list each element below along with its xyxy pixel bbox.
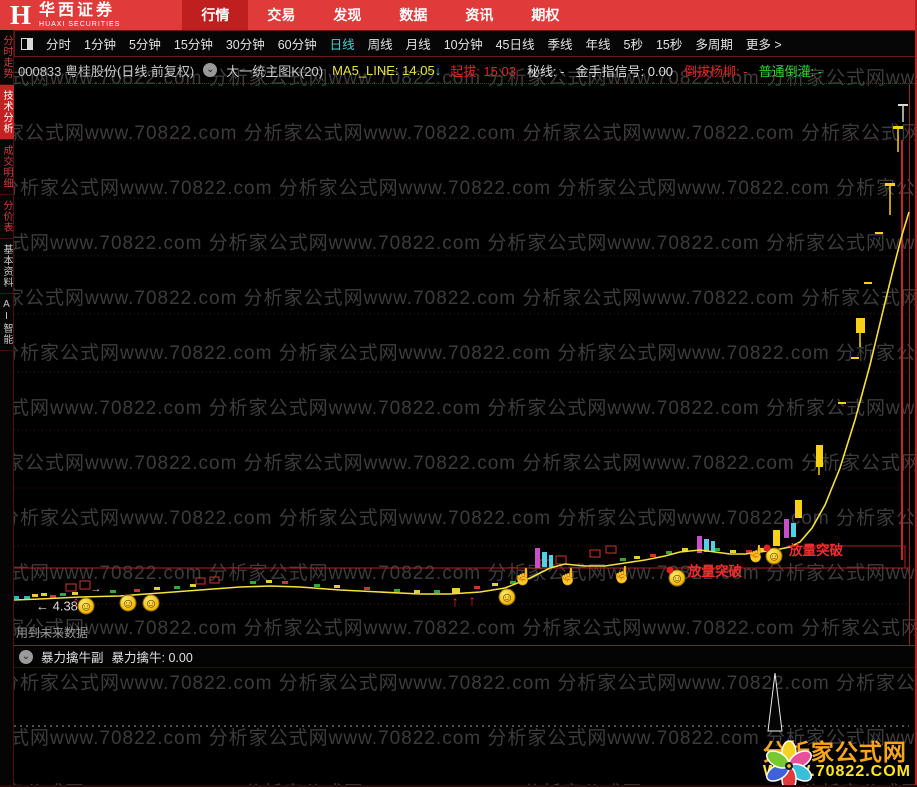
down-arrow-icon: ↓: [434, 62, 442, 78]
app-header: H 华西证券 HUAXI SECURITIES 行情 交易 发现 数据 资讯 期权: [0, 0, 917, 30]
candlestick-chart[interactable]: 用到未来数据: [14, 84, 910, 645]
app-window: 分析家公式网www.70822.com 分析家公式网www.70822.com …: [0, 0, 917, 787]
flower-logo-icon: [765, 740, 812, 787]
period-button[interactable]: 5秒: [624, 34, 643, 53]
brand-name-en: HUAXI SECURITIES: [39, 20, 121, 28]
header-menu-item[interactable]: 交易: [248, 0, 314, 30]
sidebar-tab[interactable]: 基本资料: [0, 239, 14, 294]
indicator-stat: 金手指信号: 0.00: [575, 63, 674, 79]
indicator-stat: 秘线: -: [526, 63, 565, 79]
header-menu: 行情 交易 发现 数据 资讯 期权: [182, 0, 578, 30]
sub-indicator-title[interactable]: 暴力擒牛副: [41, 647, 104, 666]
sidebar-tab[interactable]: AI智能: [0, 294, 14, 351]
sub-indicator-panel[interactable]: 分析家公式网 WWW.70822.COM: [14, 668, 917, 787]
indicator-stat: 倒拔杨柳: -: [684, 63, 748, 79]
period-toolbar: 分时 1分钟 5分钟 15分钟 30分钟 60分钟 日线 周线 月线 10分钟 45日线 季线 年线 5秒…: [14, 30, 917, 57]
left-sidebar: 分时走势 技术分析 成交明细 分价表 基本资料 AI智能: [0, 30, 14, 787]
period-button[interactable]: 10分钟: [444, 34, 483, 53]
period-button[interactable]: 周线: [368, 34, 393, 53]
period-button[interactable]: 1分钟: [84, 34, 116, 53]
chart-canvas: [14, 104, 910, 605]
future-data-warning: 用到未来数据: [16, 626, 89, 640]
ma5-value: MA5_LINE: 14.05: [332, 62, 435, 78]
sidebar-tab[interactable]: 分时走势: [0, 30, 14, 85]
period-button[interactable]: 60分钟: [278, 34, 317, 53]
period-button[interactable]: 更多 >: [746, 34, 782, 53]
sidebar-tab[interactable]: 分价表: [0, 195, 14, 239]
period-button[interactable]: 年线: [586, 34, 611, 53]
period-button[interactable]: 15分钟: [174, 34, 213, 53]
header-menu-item[interactable]: 行情: [182, 0, 249, 30]
period-button[interactable]: 分时: [46, 34, 71, 53]
header-menu-item[interactable]: 数据: [380, 0, 446, 30]
instrument-label: 000833 粤桂股份(日线.前复权): [18, 63, 195, 79]
header-menu-item[interactable]: 资讯: [446, 0, 512, 30]
period-button[interactable]: 日线: [330, 34, 355, 53]
sidebar-tab[interactable]: 成交明细: [0, 140, 14, 195]
info-bar: 000833 粤桂股份(日线.前复权) ⌄ 大一统主图K(20) MA5_LIN…: [14, 57, 917, 84]
brand-name: 华西证券: [39, 1, 116, 19]
period-button[interactable]: 5分钟: [129, 34, 161, 53]
sub-indicator-value: 暴力擒牛: 0.00: [111, 651, 193, 665]
brand-logo: H 华西证券 HUAXI SECURITIES: [10, 0, 121, 30]
site-logo: 分析家公式网 WWW.70822.COM: [763, 740, 911, 787]
period-button[interactable]: 45日线: [496, 34, 535, 53]
period-button[interactable]: 30分钟: [226, 34, 265, 53]
period-button[interactable]: 季线: [548, 34, 573, 53]
main-indicator-label: 大一统主图K(20): [226, 63, 324, 79]
chevron-down-icon[interactable]: ⌄: [203, 63, 218, 77]
period-button[interactable]: 月线: [406, 34, 431, 53]
indicator-stat: 起拔: 15.03: [450, 63, 516, 79]
period-button[interactable]: 多周期: [695, 34, 733, 53]
chevron-down-icon[interactable]: ⌄: [19, 649, 33, 664]
indicator-spike: [767, 672, 783, 732]
indicator-stats: 起拔: 15.03 秘线: - 金手指信号: 0.00 倒拔杨柳: - 普通倒灌: -: [450, 61, 822, 80]
header-menu-item[interactable]: 期权: [512, 0, 578, 30]
header-menu-item[interactable]: 发现: [314, 0, 380, 30]
period-button[interactable]: 15秒: [656, 34, 682, 53]
sidebar-tab[interactable]: 技术分析: [0, 85, 14, 140]
indicator-stat: 普通倒灌: -: [758, 63, 823, 79]
split-window-icon[interactable]: [21, 37, 33, 50]
sub-indicator-header: ⌄ 暴力擒牛副 暴力擒牛: 0.00: [14, 645, 917, 668]
brand-logo-icon: H: [10, 0, 32, 30]
